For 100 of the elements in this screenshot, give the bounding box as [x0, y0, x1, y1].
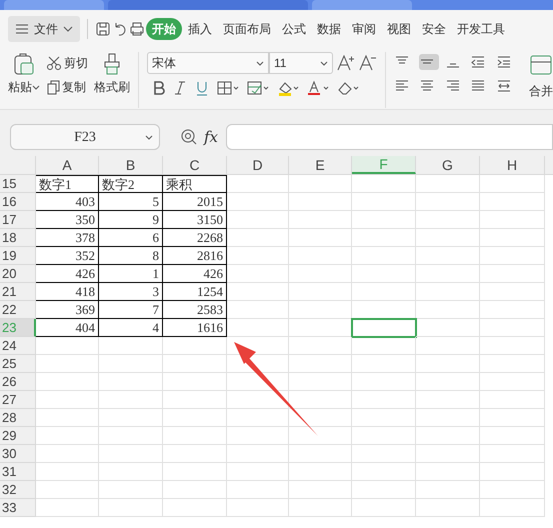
font-name-dropdown[interactable]: 宋体 [147, 52, 269, 74]
ribbon-tab[interactable]: 视图 [382, 18, 416, 40]
grid-cell [352, 409, 416, 427]
row-header[interactable]: 18 [0, 229, 36, 247]
fill-color-icon[interactable] [277, 80, 299, 96]
column-header[interactable]: A [36, 156, 99, 174]
table-cell: 数字1 [36, 175, 99, 193]
row-header[interactable]: 15 [0, 175, 36, 193]
grid-cell [480, 481, 545, 499]
row-header[interactable]: 31 [0, 463, 36, 481]
row-header[interactable]: 25 [0, 355, 36, 373]
grid-cell [480, 283, 545, 301]
grid-cell [416, 391, 480, 409]
name-box[interactable]: F23 [10, 124, 160, 150]
save-icon[interactable] [95, 21, 111, 37]
grid-cell [416, 229, 480, 247]
cut-button[interactable]: 剪切 [46, 54, 88, 72]
cell-style-icon[interactable] [247, 80, 269, 96]
row-header[interactable]: 28 [0, 409, 36, 427]
grid-cell [352, 481, 416, 499]
column-header[interactable]: B [99, 156, 163, 174]
underline-icon[interactable] [195, 80, 209, 96]
table-cell: 369 [36, 301, 99, 319]
decrease-font-icon[interactable] [359, 54, 377, 72]
row-header[interactable]: 20 [0, 265, 36, 283]
row-header[interactable]: 26 [0, 373, 36, 391]
ribbon-tab[interactable]: 插入 [183, 18, 217, 40]
table-cell: 9 [99, 211, 163, 229]
ribbon-tab[interactable]: 开发工具 [452, 18, 510, 40]
grid-cell [416, 247, 480, 265]
table-cell: 乘积 [163, 175, 227, 193]
print-icon[interactable] [129, 21, 145, 37]
font-size-dropdown[interactable]: 11 [269, 52, 333, 74]
table-cell: 2268 [163, 229, 227, 247]
row-header[interactable]: 29 [0, 427, 36, 445]
eraser-icon[interactable] [337, 80, 359, 96]
paste-button[interactable]: 粘贴 [8, 78, 40, 96]
ribbon-tab[interactable]: 安全 [417, 18, 451, 40]
align-middle-icon[interactable] [419, 54, 440, 70]
formula-input[interactable] [226, 124, 553, 150]
merge-button[interactable]: 合并 [529, 82, 553, 100]
grid-cell [99, 373, 163, 391]
row-header[interactable]: 24 [0, 337, 36, 355]
row-header[interactable]: 16 [0, 193, 36, 211]
grid-cell [416, 427, 480, 445]
table-cell: 5 [99, 193, 163, 211]
format-painter-button[interactable]: 格式刷 [94, 78, 130, 96]
ribbon-tab[interactable]: 数据 [312, 18, 346, 40]
column-header[interactable]: H [480, 156, 545, 174]
ribbon-tab[interactable]: 公式 [277, 18, 311, 40]
selected-cell[interactable] [352, 319, 416, 337]
ribbon-tab[interactable]: 审阅 [347, 18, 381, 40]
merge-cells-icon[interactable] [529, 54, 553, 76]
grid-cell [480, 319, 545, 337]
grid-cell [480, 409, 545, 427]
table-cell: 2816 [163, 247, 227, 265]
caret-icon [32, 84, 40, 90]
table-cell: 3 [99, 283, 163, 301]
row-header[interactable]: 17 [0, 211, 36, 229]
grid-cell [289, 481, 352, 499]
column-header[interactable]: C [163, 156, 227, 174]
grid-cell [163, 355, 227, 373]
grid-cell [36, 499, 99, 517]
table-cell: 数字2 [99, 175, 163, 193]
row-header[interactable]: 19 [0, 247, 36, 265]
grid-cell [289, 499, 352, 517]
column-header[interactable]: D [227, 156, 289, 174]
borders-icon[interactable] [217, 80, 239, 96]
grid-cell [352, 229, 416, 247]
ribbon-tab[interactable]: 页面布局 [218, 18, 276, 40]
grid-cell [289, 211, 352, 229]
grid-cell [99, 355, 163, 373]
row-header[interactable]: 21 [0, 283, 36, 301]
row-header[interactable]: 27 [0, 391, 36, 409]
grid-cell [163, 391, 227, 409]
row-header[interactable]: 33 [0, 499, 36, 517]
caret-icon [320, 60, 328, 66]
row-header[interactable]: 22 [0, 301, 36, 319]
table-cell: 4 [99, 319, 163, 337]
grid-cell [416, 337, 480, 355]
row-header[interactable]: 32 [0, 481, 36, 499]
grid-cell [227, 211, 289, 229]
italic-icon[interactable] [173, 80, 187, 96]
grid-cell [227, 409, 289, 427]
grid-cell [227, 247, 289, 265]
row-header[interactable]: 30 [0, 445, 36, 463]
grid-cell [480, 391, 545, 409]
column-header[interactable]: G [416, 156, 480, 174]
grid-cell [36, 427, 99, 445]
increase-font-icon[interactable] [337, 54, 355, 72]
zoom-icon[interactable] [180, 128, 198, 146]
file-menu-button[interactable]: 文件 [8, 16, 80, 42]
paste-icon[interactable] [12, 52, 36, 76]
grid-cell [480, 445, 545, 463]
grid-cell [480, 427, 545, 445]
grid-cell [480, 355, 545, 373]
grid-cell [416, 373, 480, 391]
copy-button[interactable]: 复制 [46, 78, 88, 96]
bold-icon[interactable] [151, 80, 165, 96]
font-color-icon[interactable] [307, 80, 329, 96]
